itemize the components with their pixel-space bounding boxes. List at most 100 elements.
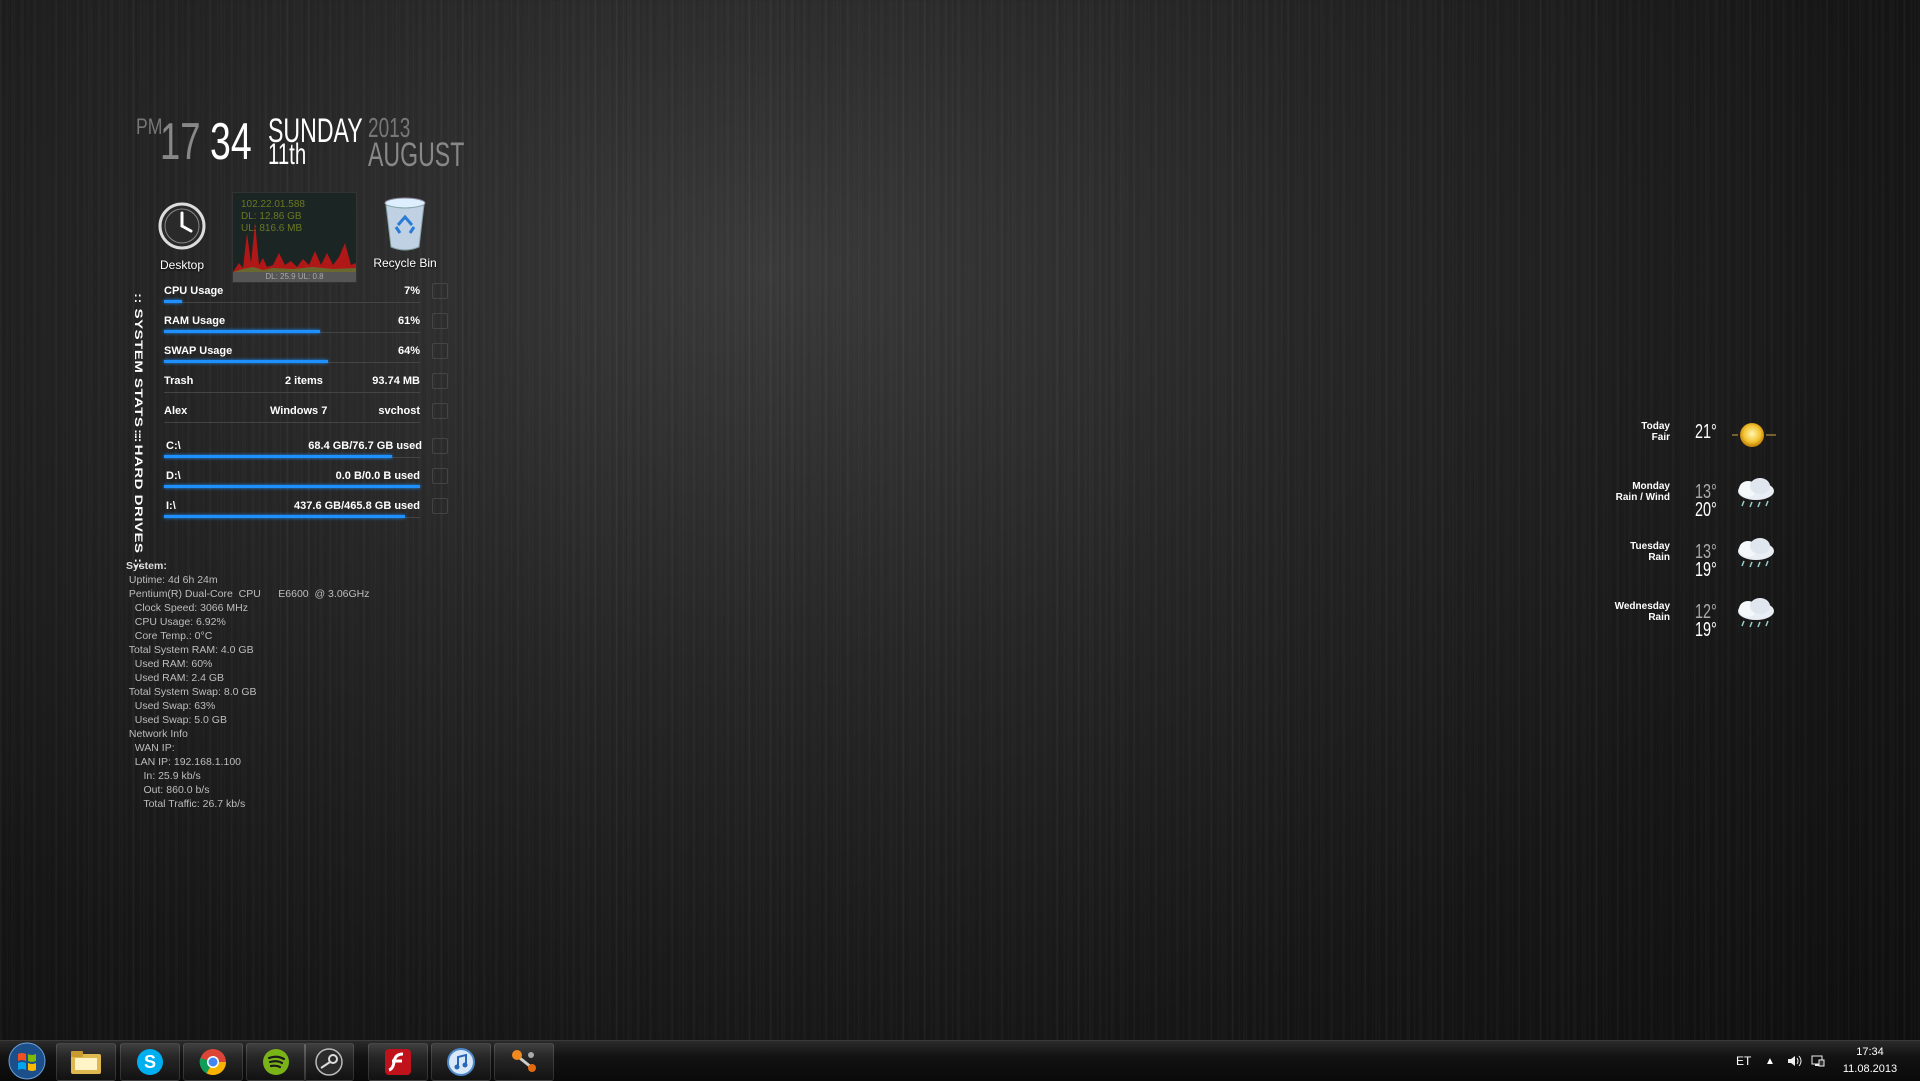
sysinfo-line: LAN IP: 192.168.1.100 xyxy=(126,756,241,768)
trash-track xyxy=(164,392,420,393)
system-stats-label: :: SYSTEM STATS :: xyxy=(132,293,145,444)
weather-today: Today Fair 21° xyxy=(1600,421,1780,473)
taskbar-skype[interactable]: S xyxy=(120,1043,180,1081)
connector-app-icon xyxy=(512,1050,536,1072)
taskbar-itunes[interactable] xyxy=(431,1043,491,1081)
drive-c-label: C:\ xyxy=(166,440,181,452)
taskbar-time: 17:34 xyxy=(1856,1046,1884,1058)
taskbar-flash[interactable] xyxy=(368,1043,428,1081)
sysinfo-line: Clock Speed: 3066 MHz xyxy=(126,602,248,614)
cpu-usage-row: CPU Usage 7% xyxy=(164,279,448,303)
clock-month: AUGUST xyxy=(368,136,465,174)
taskbar-connector-app[interactable] xyxy=(494,1043,554,1081)
drive-row-c[interactable]: C:\ 68.4 GB/76.7 GB used xyxy=(164,434,448,458)
drive-row-i[interactable]: I:\ 437.6 GB/465.8 GB used xyxy=(164,494,448,518)
hard-drives-label: :: HARD DRIVES :: xyxy=(132,429,145,570)
graph-ip: 102.22.01.588 xyxy=(241,199,305,210)
system-info-panel: System: Uptime: 4d 6h 24m Pentium(R) Dua… xyxy=(126,559,370,811)
volume-button[interactable] xyxy=(1786,1041,1802,1081)
itunes-icon xyxy=(447,1048,475,1076)
spotify-icon xyxy=(263,1049,289,1075)
taskbar-spotify[interactable] xyxy=(246,1043,306,1081)
os-name: Windows 7 xyxy=(270,405,328,417)
taskbar: S ET ▲ 17:34 11.08.2013 xyxy=(0,1040,1920,1081)
chrome-icon xyxy=(199,1049,227,1076)
cpu-usage-value: 7% xyxy=(404,285,420,297)
user-icon xyxy=(432,403,448,419)
clock-hour: 17 xyxy=(160,113,201,171)
drive-d-label: D:\ xyxy=(166,470,181,482)
clock-date: 11th xyxy=(268,138,307,171)
taskbar-explorer[interactable] xyxy=(56,1043,116,1081)
sysinfo-line: WAN IP: xyxy=(126,742,175,754)
sysinfo-line: Network Info xyxy=(126,728,188,740)
swap-usage-bar xyxy=(164,360,328,363)
drive-c-bar xyxy=(164,455,392,458)
drive-i-bar xyxy=(164,515,405,518)
rain-cloud-icon xyxy=(1732,595,1778,635)
svg-text:S: S xyxy=(144,1052,156,1072)
weather-monday-dayname: Monday xyxy=(1632,481,1670,492)
weather-today-condition: Fair xyxy=(1651,432,1670,443)
drive-i-usage: 437.6 GB/465.8 GB used xyxy=(294,500,420,512)
swap-usage-value: 64% xyxy=(397,345,420,357)
sysinfo-line: Used Swap: 5.0 GB xyxy=(126,714,227,726)
trash-items: 2 items xyxy=(285,375,323,387)
recycle-bin-shortcut[interactable]: Recycle Bin xyxy=(360,196,450,270)
start-button[interactable] xyxy=(4,1042,50,1080)
trash-icon xyxy=(432,373,448,389)
taskbar-clock[interactable]: 17:34 11.08.2013 xyxy=(1820,1044,1920,1078)
drive-c-icon xyxy=(432,438,448,454)
drive-d-icon xyxy=(432,468,448,484)
weather-wednesday-day: Wednesday Rain xyxy=(1615,601,1670,623)
taskbar-date: 11.08.2013 xyxy=(1842,1063,1898,1075)
drive-row-d[interactable]: D:\ 0.0 B/0.0 B used xyxy=(164,464,448,488)
weather-monday: Monday Rain / Wind 13° 20° xyxy=(1600,478,1780,533)
graph-upload: UL: 816.6 MB xyxy=(241,223,303,234)
chevron-up-icon: ▲ xyxy=(1765,1055,1775,1067)
ram-chip-icon xyxy=(432,313,448,329)
top-process: svchost xyxy=(378,405,420,417)
user-row: Alex Windows 7 svchost xyxy=(164,399,448,423)
ram-usage-value: 61% xyxy=(397,315,420,327)
swap-usage-row: SWAP Usage 64% xyxy=(164,339,448,363)
windows-logo-icon xyxy=(8,1042,46,1080)
sysinfo-line: Used Swap: 63% xyxy=(126,700,216,712)
weather-monday-day: Monday Rain / Wind xyxy=(1616,481,1670,503)
trash-size: 93.74 MB xyxy=(372,375,420,387)
ram-usage-label: RAM Usage xyxy=(164,315,226,327)
weather-tuesday-day: Tuesday Rain xyxy=(1630,541,1670,563)
taskbar-steam[interactable] xyxy=(304,1043,354,1081)
steam-icon xyxy=(315,1048,343,1076)
skype-icon: S xyxy=(137,1049,163,1075)
cpu-usage-bar xyxy=(164,300,182,303)
swap-gear-icon xyxy=(432,343,448,359)
weather-tuesday-condition: Rain xyxy=(1648,552,1670,563)
cpu-chip-icon xyxy=(432,283,448,299)
weather-today-temp: 21° xyxy=(1695,421,1717,443)
show-hidden-icons-button[interactable]: ▲ xyxy=(1765,1041,1775,1081)
sysinfo-line: CPU Usage: 6.92% xyxy=(126,616,226,628)
clock-minute: 34 xyxy=(210,113,252,171)
language-indicator[interactable]: ET xyxy=(1736,1041,1751,1081)
taskbar-chrome[interactable] xyxy=(183,1043,243,1081)
rain-cloud-icon xyxy=(1732,475,1778,515)
sysinfo-line: Pentium(R) Dual-Core CPU E6600 @ 3.06GHz xyxy=(126,588,370,600)
sysinfo-line: System: xyxy=(126,560,167,572)
recycle-bin-label: Recycle Bin xyxy=(373,256,437,270)
sysinfo-line: Uptime: 4d 6h 24m xyxy=(126,574,218,586)
weather-wednesday-condition: Rain xyxy=(1648,612,1670,623)
weather-today-day: Today Fair xyxy=(1641,421,1670,443)
desktop-shortcut[interactable]: Desktop xyxy=(137,198,227,272)
user-name: Alex xyxy=(164,405,188,417)
drive-d-usage: 0.0 B/0.0 B used xyxy=(335,470,420,482)
sysinfo-line: Used RAM: 2.4 GB xyxy=(126,672,225,684)
clock-icon xyxy=(154,198,210,254)
cpu-usage-label: CPU Usage xyxy=(164,285,224,297)
rain-cloud-icon xyxy=(1732,535,1778,575)
recycle-bin-icon xyxy=(377,196,433,252)
network-graph-widget: 102.22.01.588 DL: 12.86 GB UL: 816.6 MB … xyxy=(232,192,357,283)
trash-row[interactable]: Trash 2 items 93.74 MB xyxy=(164,369,448,393)
drive-d-bar xyxy=(164,485,420,488)
clock-ampm: PM xyxy=(136,114,163,139)
